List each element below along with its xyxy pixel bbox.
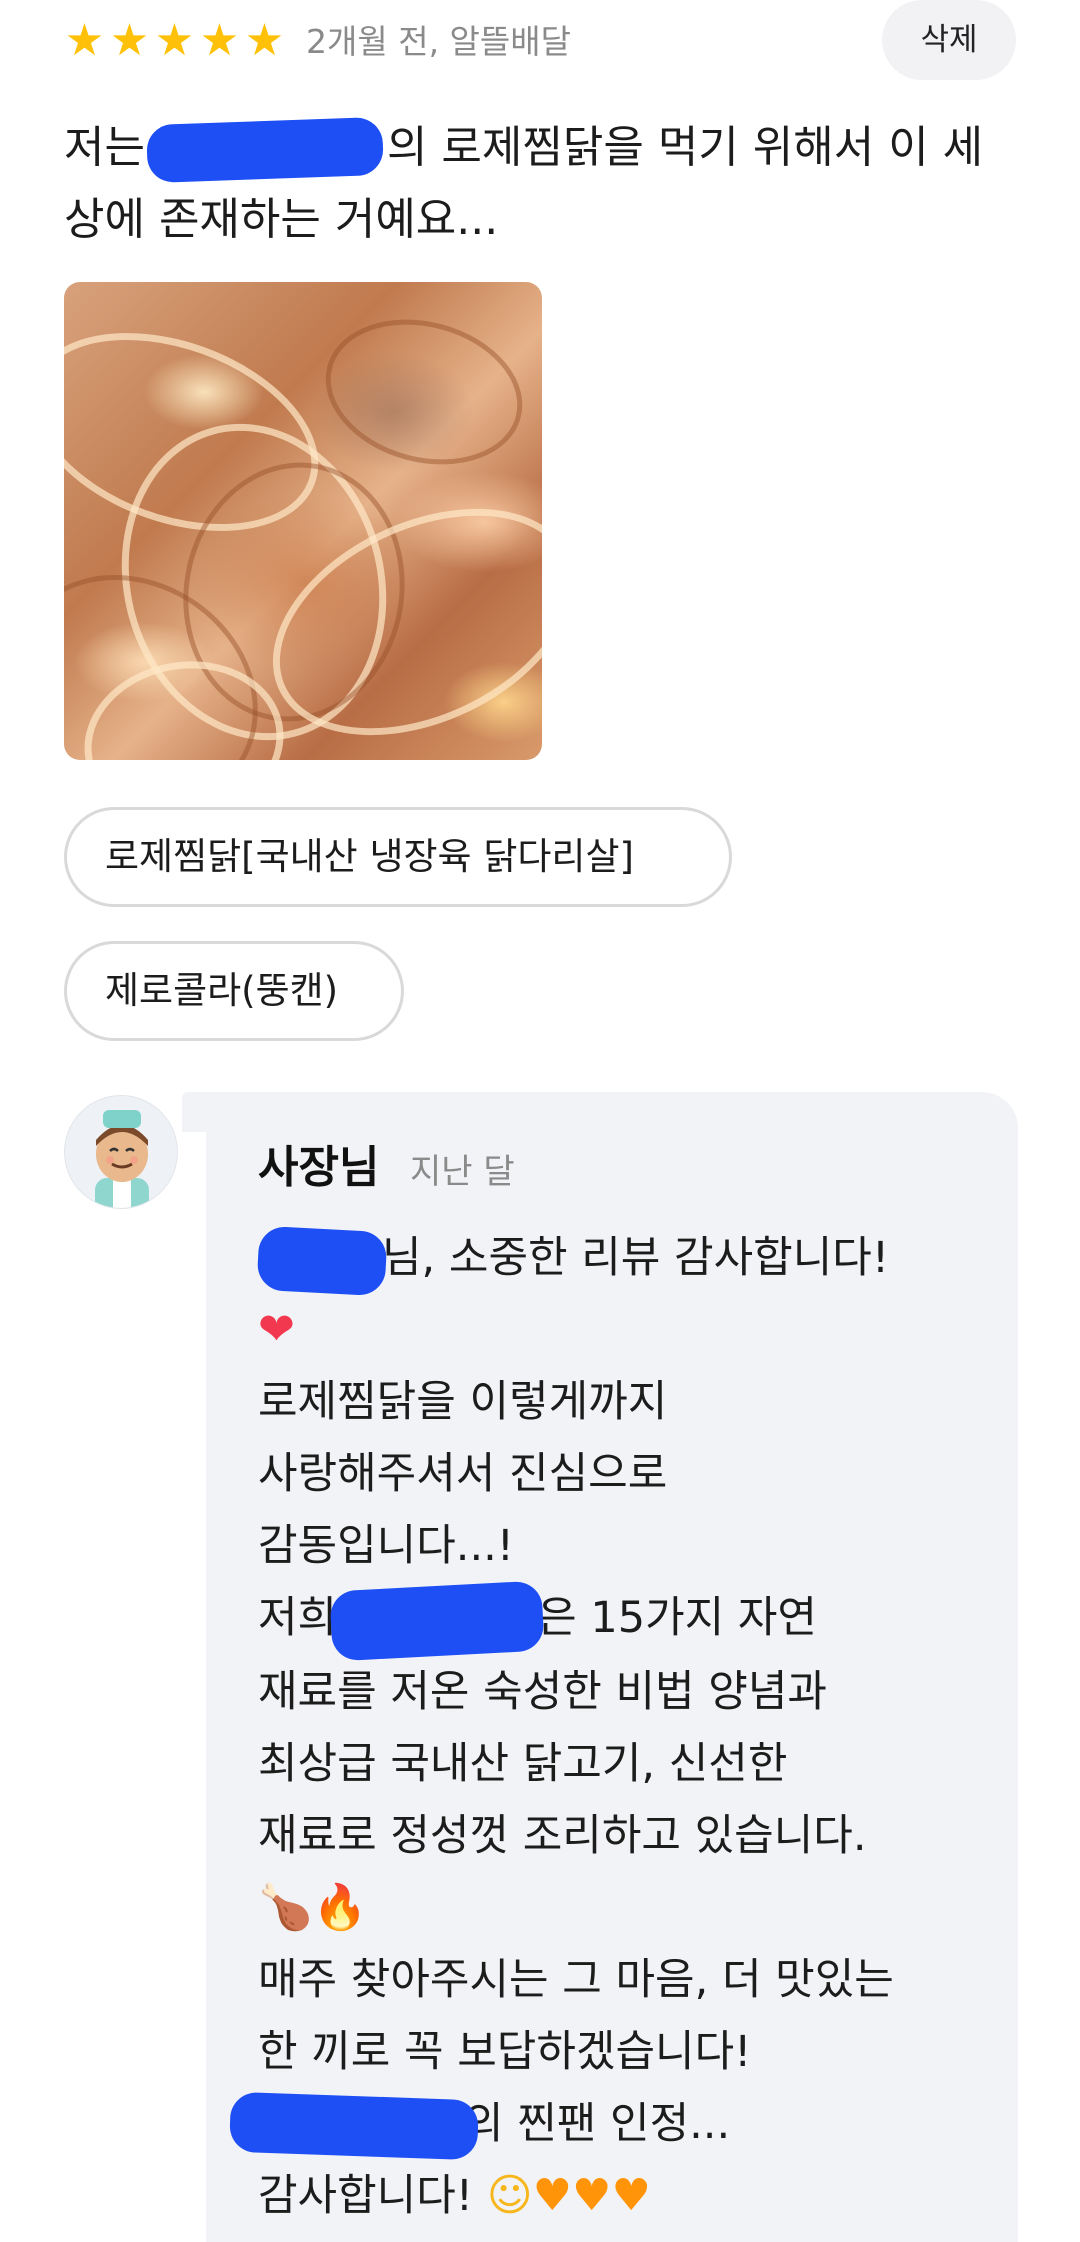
reply-line: 재료로 정성껏 조리하고 있습니다. bbox=[258, 1810, 867, 1861]
review-text: 저는 의 로제찜닭을 먹기 위해서 이 세상에 존재하는 거예요... bbox=[64, 112, 1016, 256]
option-chip: 제로콜라(뚱캔) bbox=[64, 941, 404, 1041]
reply-line: 🍗🔥 bbox=[258, 1872, 998, 1944]
reply-line: 매주 찾아주시는 그 마음, 더 맛있는 bbox=[258, 1954, 894, 2005]
star-icon: ★ bbox=[244, 15, 285, 66]
option-chip: 로제찜닭[국내산 냉장육 닭다리살] bbox=[64, 807, 732, 907]
reply-line-text: 은 15가지 자연 bbox=[537, 1593, 817, 1643]
reply-line: 로제찜닭을 이렇게까지 bbox=[258, 1377, 668, 1427]
review-meta: 2개월 전, 알뜰배달 bbox=[306, 22, 571, 61]
reply-line-text: 의 찐팬 인정... bbox=[464, 2098, 731, 2149]
reply-line: 한 끼로 꼭 보답하겠습니다! bbox=[258, 2026, 752, 2077]
star-icon: ★ bbox=[154, 15, 195, 66]
star-icon: ★ bbox=[109, 15, 150, 66]
star-rating: ★ ★ ★ ★ ★ bbox=[64, 15, 285, 66]
orange-heart-icon: ♥ bbox=[532, 2169, 573, 2221]
reply-line: 재료를 저온 숙성한 비법 양념과 bbox=[258, 1666, 827, 1717]
drumstick-icon: 🍗 bbox=[258, 1881, 313, 1933]
redaction-mark bbox=[229, 2091, 479, 2161]
reply-date: 지난 달 bbox=[410, 1152, 515, 1192]
reply-line-text: 감사합니다! bbox=[258, 2170, 474, 2221]
reply-line-text: 저희 bbox=[258, 1593, 338, 1643]
redaction-mark bbox=[329, 1580, 545, 1661]
reply-line: ❤ bbox=[258, 1294, 998, 1366]
redaction-mark bbox=[256, 1225, 388, 1296]
redaction-mark bbox=[146, 116, 384, 184]
reply-line: 사랑해주셔서 진심으로 bbox=[258, 1449, 668, 1499]
delete-button[interactable]: 삭제 bbox=[882, 0, 1016, 80]
review-text-before: 저는 bbox=[64, 122, 145, 173]
heart-on-fire-icon: ❤ bbox=[258, 1304, 295, 1355]
review-photo[interactable] bbox=[64, 282, 542, 760]
reply-line-text: 님, 소중한 리뷰 감사합니다! bbox=[382, 1233, 890, 1283]
reply-line: 의 찐팬 인정... bbox=[229, 2088, 998, 2161]
reply-line: 님, 소중한 리뷰 감사합니다! bbox=[256, 1222, 998, 1296]
reply-line: 최상급 국내산 닭고기, 신선한 bbox=[258, 1738, 788, 1789]
review-header: ★ ★ ★ ★ ★ 2개월 전, 알뜰배달 삭제 bbox=[64, 0, 1016, 86]
reply-line: 저희 은 15가지 자연 bbox=[258, 1580, 998, 1661]
orange-heart-icon: ♥ bbox=[611, 2169, 651, 2221]
smile-icon: ☺ bbox=[486, 2169, 533, 2221]
orange-heart-icon: ♥ bbox=[572, 2169, 612, 2221]
reply-text: 님, 소중한 리뷰 감사합니다! ❤ 로제찜닭을 이렇게까지 사랑해주셔서 진심… bbox=[229, 1222, 998, 2232]
fire-icon: 🔥 bbox=[312, 1881, 368, 1933]
star-icon: ★ bbox=[64, 15, 105, 66]
reply-author: 사장님 bbox=[258, 1142, 380, 1193]
reply-line: 감사합니다! ☺♥♥♥ bbox=[258, 2160, 998, 2232]
owner-avatar bbox=[64, 1095, 178, 1209]
owner-avatar-icon bbox=[95, 1110, 149, 1208]
star-icon: ★ bbox=[199, 15, 240, 66]
reply-line: 감동입니다...! bbox=[258, 1521, 515, 1571]
